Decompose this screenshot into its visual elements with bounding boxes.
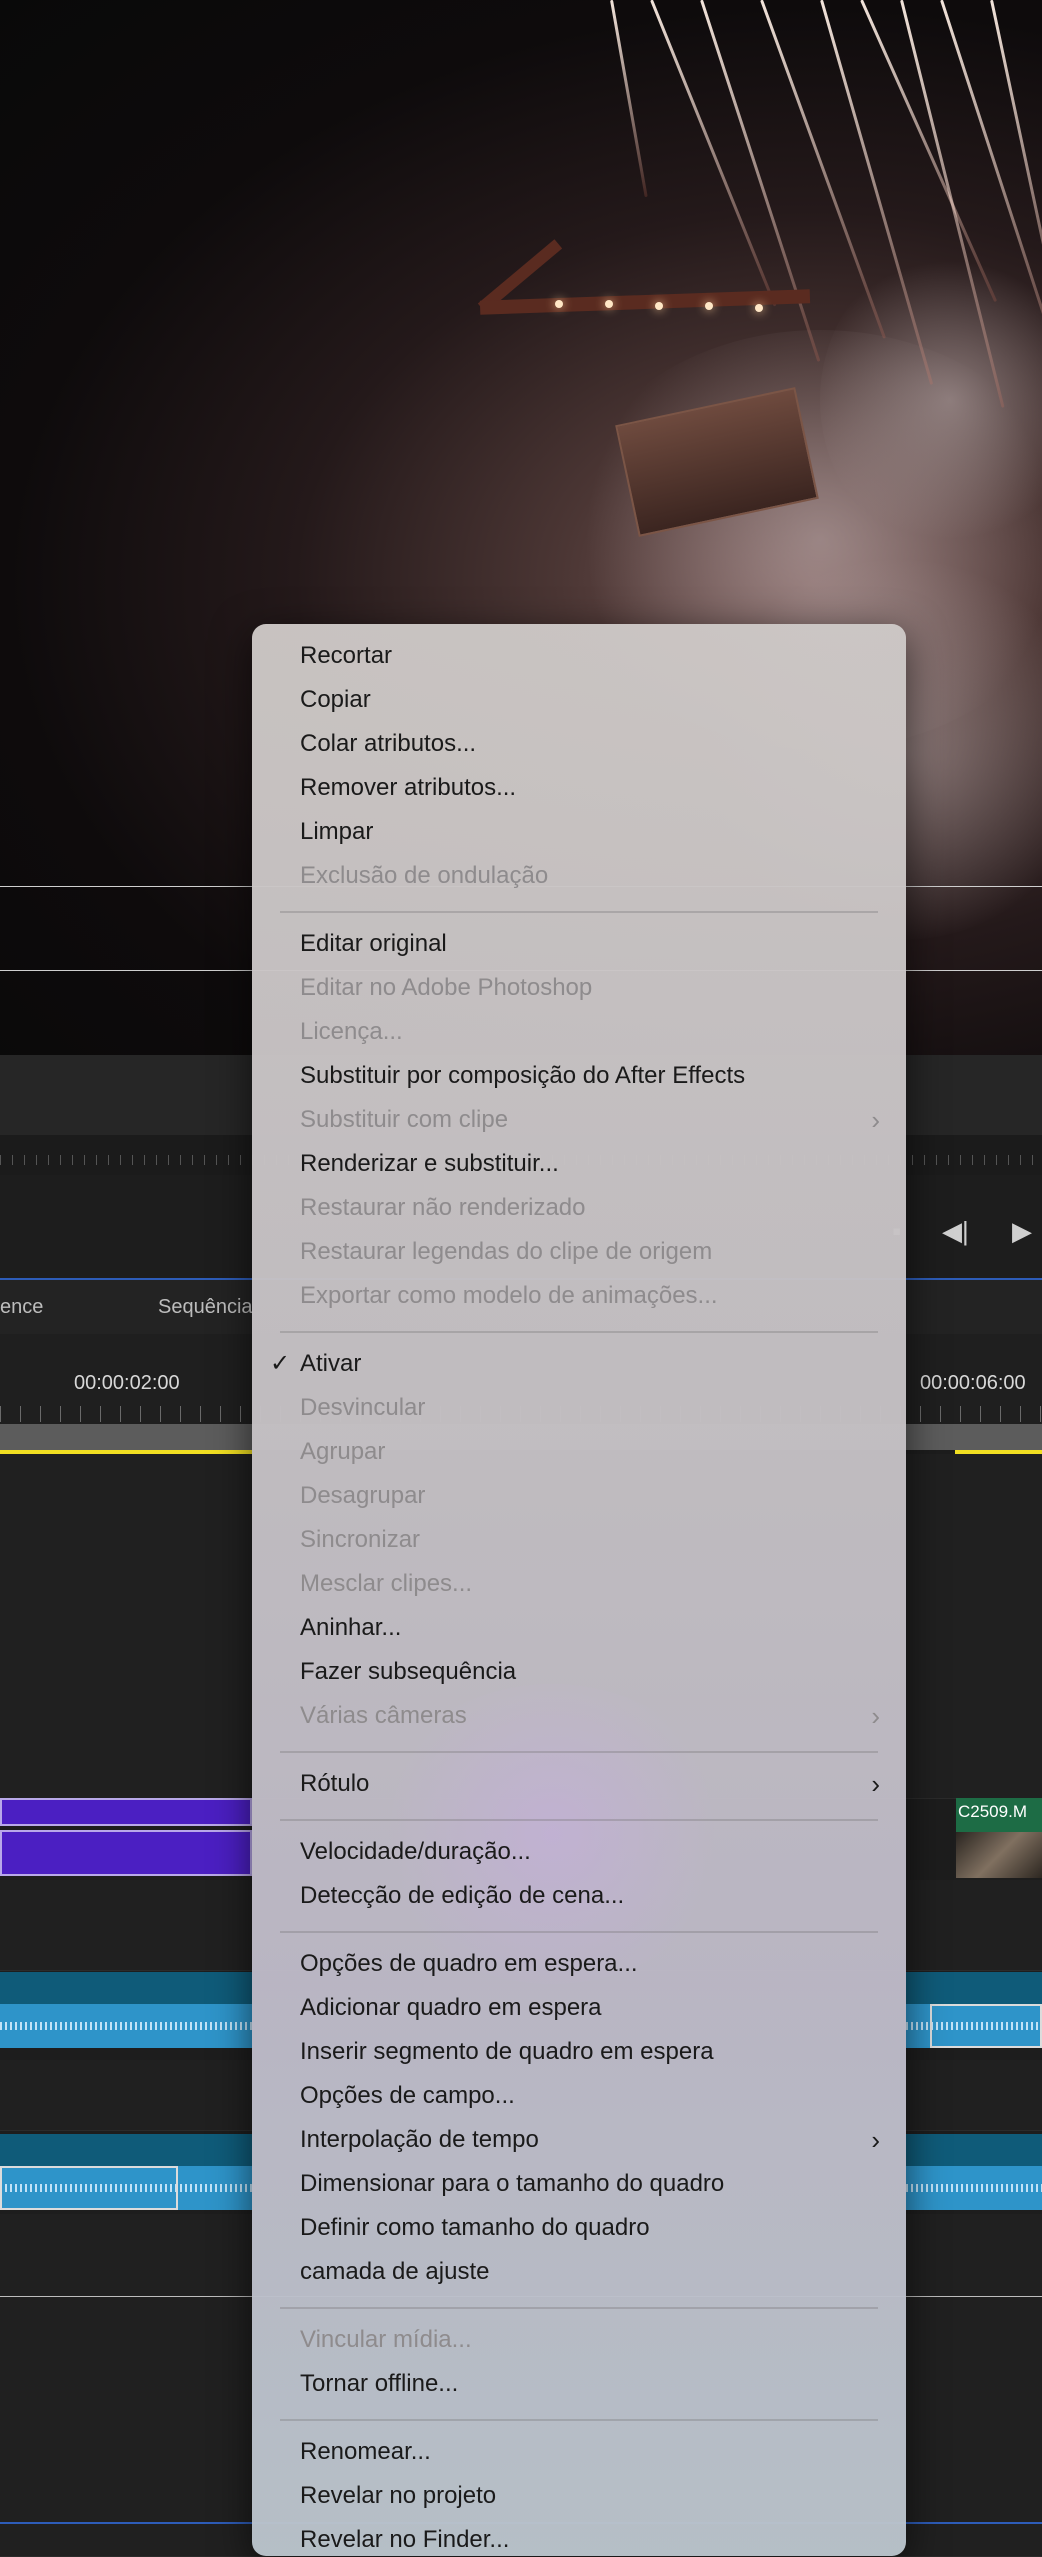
chevron-right-icon: › xyxy=(871,1769,880,1799)
menu-item-restaurar-legendas-do-clipe-de-origem[interactable]: Restaurar legendas do clipe de origem xyxy=(300,1232,886,1272)
menu-item-velocidade-duracao[interactable]: Velocidade/duração... xyxy=(300,1832,886,1872)
menu-item-mesclar-clipes[interactable]: Mesclar clipes... xyxy=(300,1564,886,1604)
menu-item-opcoes-de-campo[interactable]: Opções de campo... xyxy=(300,2076,886,2116)
tab-sequence[interactable]: ence xyxy=(0,1296,43,1319)
menu-item-inserir-segmento-de-quadro-em-espera[interactable]: Inserir segmento de quadro em espera xyxy=(300,2032,886,2072)
menu-separator xyxy=(280,2419,878,2421)
menu-separator xyxy=(280,1331,878,1333)
menu-item-agrupar[interactable]: Agrupar xyxy=(300,1432,886,1472)
video-clip[interactable] xyxy=(0,1830,252,1876)
menu-item-renderizar-e-substituir[interactable]: Renderizar e substituir... xyxy=(300,1144,886,1184)
menu-item-colar-atributos[interactable]: Colar atributos... xyxy=(300,724,886,764)
audio-clip-header[interactable] xyxy=(0,1972,252,2004)
menu-item-dimensionar-para-o-tamanho-do-quadro[interactable]: Dimensionar para o tamanho do quadro xyxy=(300,2164,886,2204)
timecode-label: 00:00:02:00 xyxy=(74,1372,180,1394)
audio-clip-header[interactable] xyxy=(906,1972,1042,2004)
menu-item-interpolacao-de-tempo[interactable]: Interpolação de tempo xyxy=(300,2120,886,2160)
menu-item-recortar[interactable]: Recortar xyxy=(300,636,886,676)
pier-light xyxy=(605,300,613,308)
checkmark-icon: ✓ xyxy=(270,1350,291,1377)
menu-item-copiar[interactable]: Copiar xyxy=(300,680,886,720)
step-back-icon[interactable]: ◀| xyxy=(942,1216,969,1247)
menu-item-revelar-no-finder[interactable]: Revelar no Finder... xyxy=(300,2520,886,2556)
pier-light xyxy=(755,304,763,312)
menu-separator xyxy=(280,1819,878,1821)
menu-item-adicionar-quadro-em-espera[interactable]: Adicionar quadro em espera xyxy=(300,1988,886,2028)
menu-item-editar-original[interactable]: Editar original xyxy=(300,924,886,964)
menu-item-vincular-midia[interactable]: Vincular mídia... xyxy=(300,2320,886,2360)
menu-item-definir-como-tamanho-do-quadro[interactable]: Definir como tamanho do quadro xyxy=(300,2208,886,2248)
clip-name: C2509.M xyxy=(958,1802,1027,1821)
clip-context-menu[interactable]: Recortar Copiar Colar atributos... Remover … xyxy=(252,624,906,2556)
menu-item-opcoes-de-quadro-em-espera[interactable]: Opções de quadro em espera... xyxy=(300,1944,886,1984)
chevron-right-icon: › xyxy=(871,1701,880,1731)
menu-item-revelar-no-projeto[interactable]: Revelar no projeto xyxy=(300,2476,886,2516)
audio-clip-selection xyxy=(930,2004,1042,2048)
transport-controls: ▪ ◀| ▶ xyxy=(892,1200,1042,1260)
menu-item-tornar-offline[interactable]: Tornar offline... xyxy=(300,2364,886,2404)
menu-item-fazer-subsequencia[interactable]: Fazer subsequência xyxy=(300,1652,886,1692)
firework-spark xyxy=(760,0,887,339)
video-clip[interactable] xyxy=(0,1798,252,1826)
menu-item-renomear[interactable]: Renomear... xyxy=(300,2432,886,2472)
pier-light xyxy=(555,300,563,308)
audio-waveform[interactable] xyxy=(906,2166,1042,2210)
menu-item-editar-no-adobe-photoshop[interactable]: Editar no Adobe Photoshop xyxy=(300,968,886,1008)
audio-clip-selection xyxy=(0,2166,178,2210)
menu-item-sincronizar[interactable]: Sincronizar xyxy=(300,1520,886,1560)
menu-item-desagrupar[interactable]: Desagrupar xyxy=(300,1476,886,1516)
menu-item-aninhar[interactable]: Aninhar... xyxy=(300,1608,886,1648)
menu-separator xyxy=(280,2307,878,2309)
menu-item-exportar-como-modelo-de-animacoes[interactable]: Exportar como modelo de animações... xyxy=(300,1276,886,1316)
chevron-right-icon: › xyxy=(871,2125,880,2155)
chevron-right-icon: › xyxy=(871,1105,880,1135)
audio-clip-header[interactable] xyxy=(906,2134,1042,2166)
audio-waveform[interactable] xyxy=(0,2004,252,2048)
menu-item-restaurar-nao-renderizado[interactable]: Restaurar não renderizado xyxy=(300,1188,886,1228)
menu-item-ativar[interactable]: Ativar xyxy=(300,1344,886,1384)
timecode-label: 00:00:06:00 xyxy=(920,1372,1026,1394)
menu-item-desvincular[interactable]: Desvincular xyxy=(300,1388,886,1428)
tab-sequencia[interactable]: Sequência xyxy=(158,1296,253,1319)
menu-item-rotulo[interactable]: Rótulo xyxy=(300,1764,886,1804)
menu-item-exclusao-de-ondulacao[interactable]: Exclusão de ondulação xyxy=(300,856,886,896)
clip-thumbnail xyxy=(956,1832,1042,1878)
menu-item-camada-de-ajuste[interactable]: camada de ajuste xyxy=(300,2252,886,2292)
menu-separator xyxy=(280,1931,878,1933)
menu-item-varias-cameras[interactable]: Várias câmeras xyxy=(300,1696,886,1736)
menu-separator xyxy=(280,1751,878,1753)
pier-light xyxy=(655,302,663,310)
menu-item-remover-atributos[interactable]: Remover atributos... xyxy=(300,768,886,808)
audio-clip-header[interactable] xyxy=(0,2134,252,2166)
menu-separator xyxy=(280,911,878,913)
menu-item-deteccao-de-edicao-de-cena[interactable]: Detecção de edição de cena... xyxy=(300,1876,886,1916)
firework-spark xyxy=(610,0,648,198)
firework-spark xyxy=(650,0,777,307)
play-icon[interactable]: ▶ xyxy=(1012,1216,1032,1247)
menu-item-substituir-por-composicao-do-after-effects[interactable]: Substituir por composição do After Effec… xyxy=(300,1056,886,1096)
menu-item-substituir-com-clipe[interactable]: Substituir com clipe xyxy=(300,1100,886,1140)
pier-light xyxy=(705,302,713,310)
menu-item-licenca[interactable]: Licença... xyxy=(300,1012,886,1052)
menu-item-limpar[interactable]: Limpar xyxy=(300,812,886,852)
